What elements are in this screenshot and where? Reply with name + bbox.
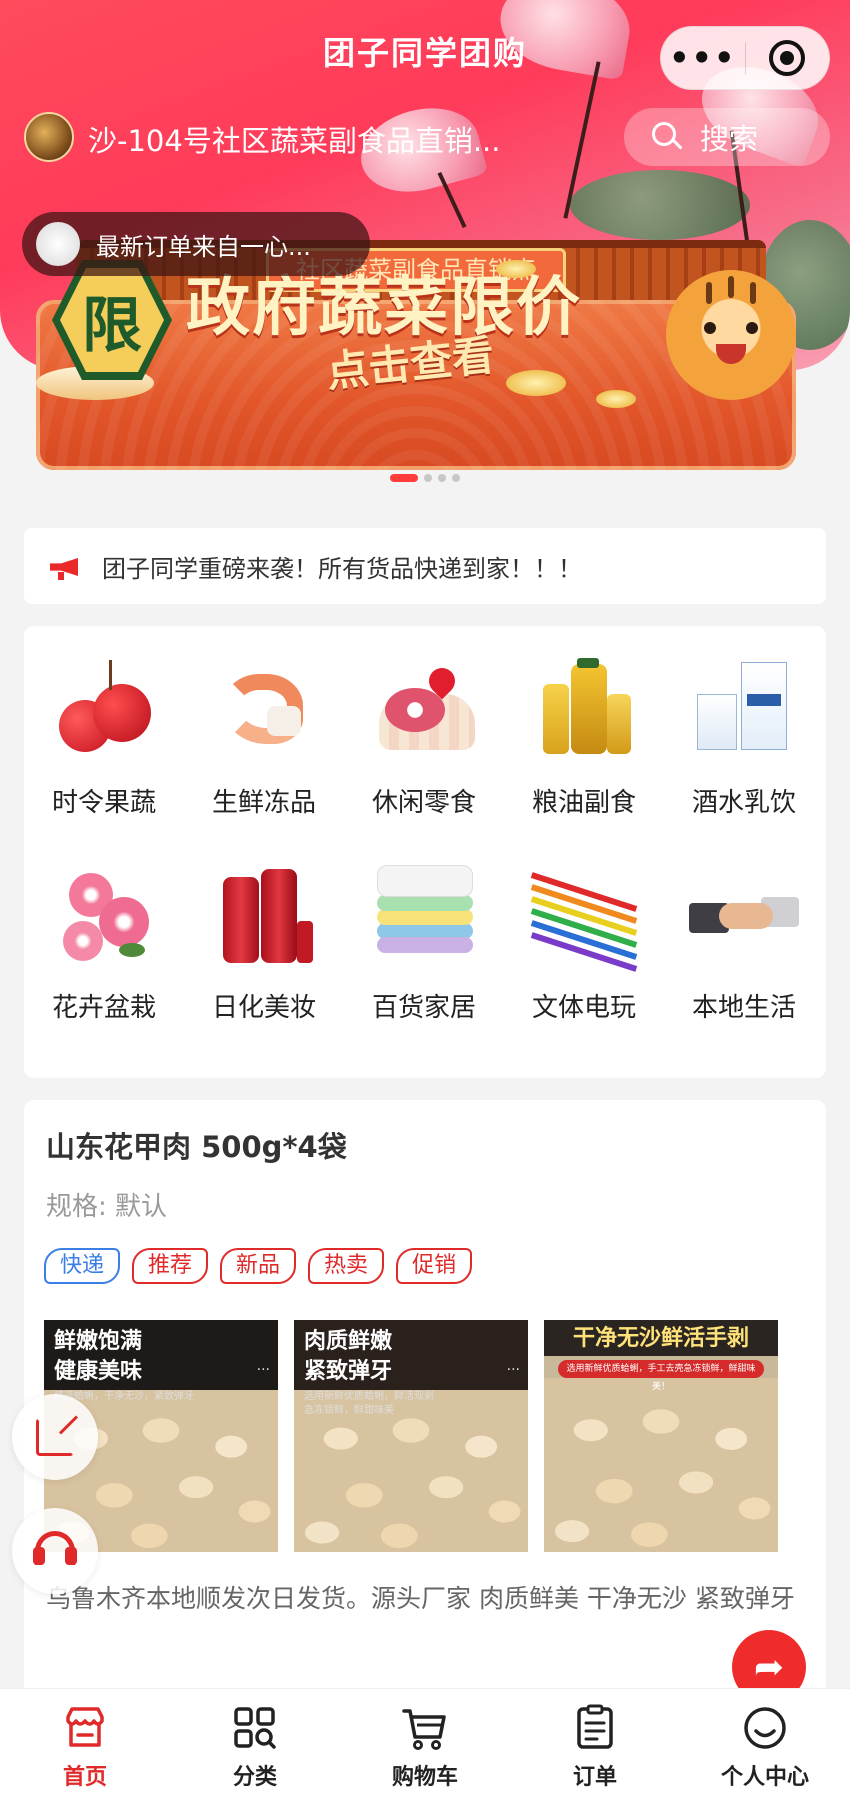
tab-profile[interactable]: 个人中心 [680, 1689, 850, 1799]
customer-service-button[interactable] [12, 1508, 98, 1594]
close-miniprogram-button[interactable] [746, 40, 830, 76]
tab-category[interactable]: 分类 [170, 1689, 340, 1799]
forward-arrow-icon: ➦ [753, 1646, 785, 1688]
megaphone-icon [50, 554, 80, 580]
pagination-dot-active[interactable] [390, 474, 418, 482]
category-item[interactable]: 生鲜冻品 [184, 654, 344, 819]
product-image-subtext: 选用新鲜优质蛤蜊，鲜活现剥 急冻锁鲜，鲜甜味美 [304, 1391, 434, 1416]
gold-ingot-decoration [596, 390, 636, 408]
tab-cart[interactable]: 购物车 [340, 1689, 510, 1799]
category-card: 时令果蔬 生鲜冻品 休闲零食 粮油副食 酒水乳饮花卉盆栽 日化美妆 百货家居 文体电玩 本地生活 [24, 626, 826, 1078]
more-dots-icon: ... [506, 1358, 520, 1374]
shrimp-icon [209, 654, 319, 764]
pagination-dot[interactable] [452, 474, 460, 482]
latest-order-text: 最新订单来自一心... [96, 232, 311, 261]
target-icon [769, 40, 806, 76]
shampoo-bottles-icon [209, 859, 319, 969]
search-label: 搜索 [700, 122, 759, 156]
category-grid: 时令果蔬 生鲜冻品 休闲零食 粮油副食 酒水乳饮花卉盆栽 日化美妆 百货家居 文体电玩 本地生活 [24, 654, 826, 1024]
miniprogram-capsule: ••• [660, 26, 830, 90]
more-dots-icon[interactable]: ••• [661, 39, 745, 77]
more-dots-icon: ... [256, 1358, 270, 1374]
flowers-icon [49, 859, 159, 969]
towels-icon [369, 859, 479, 969]
category-item[interactable]: 文体电玩 [504, 859, 664, 1024]
gold-ingot-decoration [506, 370, 566, 396]
product-tag: 新品 [220, 1248, 297, 1284]
store-name[interactable]: 沙-104号社区蔬菜副食品直销... [88, 118, 528, 160]
banner-pagination [390, 474, 460, 482]
share-icon [36, 1415, 79, 1456]
tiger-mascot-icon [666, 270, 796, 400]
category-item[interactable]: 粮油副食 [504, 654, 664, 819]
limit-badge-text: 限 [82, 290, 142, 361]
category-label: 花卉盆栽 [51, 993, 156, 1023]
handshake-icon [689, 859, 799, 969]
product-card[interactable]: 山东花甲肉 500g*4袋 规格: 默认 快递 推荐 新品 热卖 促销 鲜嫩饱满… [24, 1100, 826, 1700]
product-description: 乌鲁木齐本地顺发次日发货。源头厂家 肉质鲜美 干净无沙 紧致弹牙 [46, 1584, 795, 1613]
smile-user-icon [744, 1707, 786, 1749]
bottom-tab-bar: 首页 分类 购物车 订单 个人中心 [0, 1688, 850, 1799]
category-item[interactable]: 花卉盆栽 [24, 859, 184, 1024]
store-icon [66, 1707, 104, 1747]
product-tag: 促销 [396, 1248, 473, 1284]
category-label: 百货家居 [371, 993, 476, 1023]
milk-cartons-icon [689, 654, 799, 764]
oil-bottles-icon [529, 654, 639, 764]
tab-label: 分类 [232, 1765, 277, 1790]
notice-bar[interactable]: 团子同学重磅来袭！所有货品快递到家！！！ [24, 528, 826, 604]
category-label: 酒水乳饮 [691, 788, 796, 818]
gold-ingot-decoration [496, 260, 536, 278]
tab-home[interactable]: 首页 [0, 1689, 170, 1799]
pagination-dot[interactable] [438, 474, 446, 482]
color-pencils-icon [529, 859, 639, 972]
cake-roll-icon [369, 654, 479, 764]
product-tag: 推荐 [132, 1248, 209, 1284]
product-title[interactable]: 山东花甲肉 500g*4袋 [46, 1124, 347, 1166]
share-button[interactable] [12, 1394, 98, 1480]
notice-text: 团子同学重磅来袭！所有货品快递到家！！！ [102, 554, 582, 583]
product-image-caption: 干净无沙鲜活手剥 [544, 1320, 778, 1356]
product-image[interactable]: 干净无沙鲜活手剥 选用新鲜优质蛤蜊，手工去壳急冻锁鲜，鲜甜味美！ [544, 1320, 778, 1552]
category-label: 休闲零食 [371, 788, 476, 818]
category-item[interactable]: 日化美妆 [184, 859, 344, 1024]
search-button[interactable]: 搜索 [624, 108, 830, 166]
tab-label: 订单 [572, 1765, 617, 1790]
category-label: 粮油副食 [531, 788, 636, 818]
product-image-subtext: 选用新鲜优质蛤蜊，手工去壳急冻锁鲜，鲜甜味美！ [558, 1360, 764, 1392]
category-label: 日化美妆 [211, 993, 316, 1023]
product-image-caption: 肉质鲜嫩 紧致弹牙 [304, 1328, 393, 1384]
category-item[interactable]: 时令果蔬 [24, 654, 184, 819]
buyer-avatar [36, 222, 80, 266]
product-image-caption: 鲜嫩饱满 健康美味 [54, 1328, 143, 1384]
lychee-icon [49, 654, 159, 764]
latest-order-ticker[interactable]: 最新订单来自一心... [22, 212, 370, 276]
tab-label: 个人中心 [720, 1765, 809, 1790]
category-item[interactable]: 百货家居 [344, 859, 504, 1024]
category-grid-icon [234, 1707, 276, 1749]
order-list-icon [577, 1704, 613, 1749]
search-icon [652, 122, 683, 152]
tab-orders[interactable]: 订单 [510, 1689, 680, 1799]
pagination-dot[interactable] [424, 474, 432, 482]
headset-icon [33, 1531, 77, 1571]
tab-label: 购物车 [391, 1765, 458, 1790]
store-avatar[interactable] [24, 112, 74, 162]
category-item[interactable]: 酒水乳饮 [664, 654, 824, 819]
product-tags: 快递 推荐 新品 热卖 促销 [44, 1248, 473, 1284]
category-label: 本地生活 [691, 993, 796, 1023]
category-label: 生鲜冻品 [211, 788, 316, 818]
product-spec: 规格: 默认 [46, 1192, 168, 1222]
product-image[interactable]: 肉质鲜嫩 紧致弹牙 ... 选用新鲜优质蛤蜊，鲜活现剥 急冻锁鲜，鲜甜味美 [294, 1320, 528, 1552]
category-label: 文体电玩 [531, 993, 636, 1023]
category-item[interactable]: 本地生活 [664, 859, 824, 1024]
product-tag: 热卖 [308, 1248, 385, 1284]
tab-label: 首页 [62, 1765, 107, 1790]
category-item[interactable]: 休闲零食 [344, 654, 504, 819]
product-images: 鲜嫩饱满 健康美味 ... 精选蛤蜊，干净无沙，紧致弹牙 肉质鲜嫩 紧致弹牙 .… [44, 1320, 778, 1552]
category-label: 时令果蔬 [51, 788, 156, 818]
cart-icon [402, 1709, 446, 1750]
product-tag: 快递 [44, 1248, 121, 1284]
